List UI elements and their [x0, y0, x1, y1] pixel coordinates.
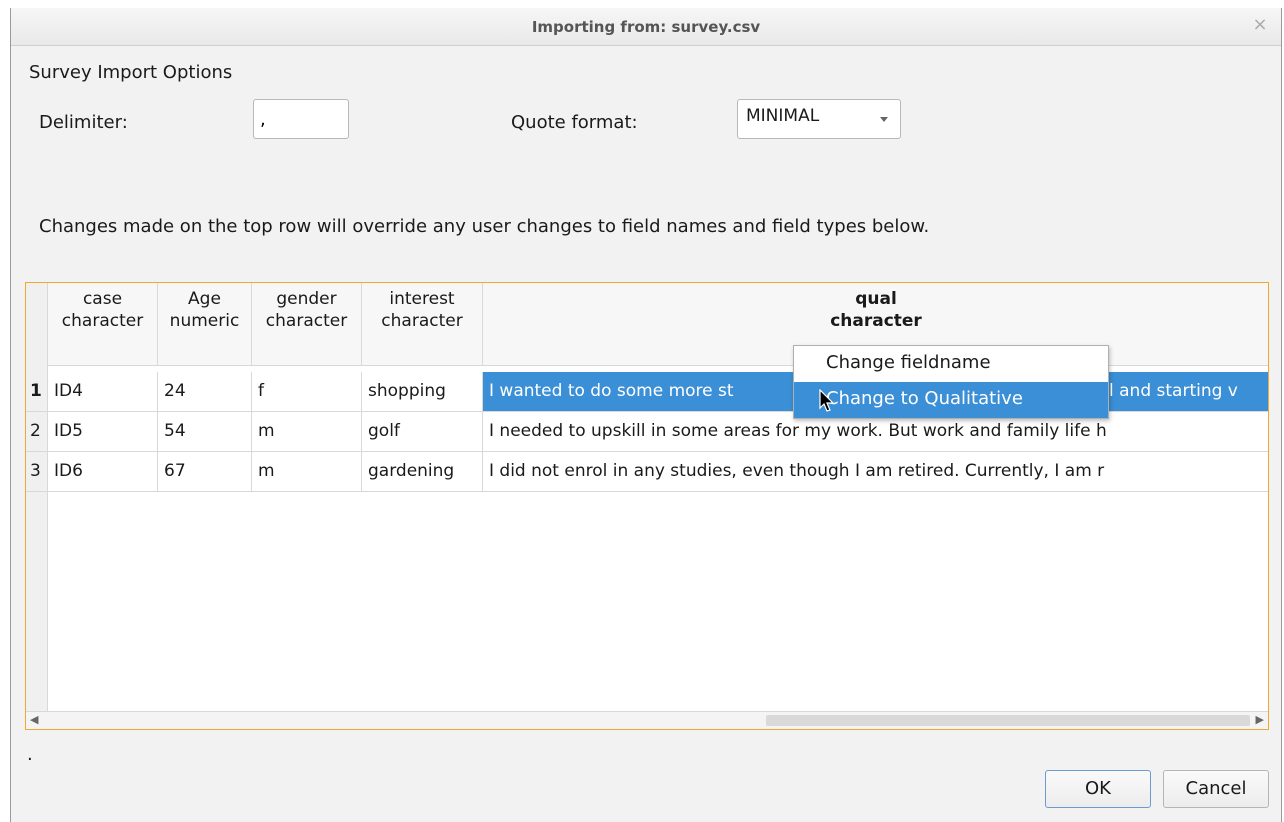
- table-cell[interactable]: ID6: [48, 452, 158, 492]
- menu-item-change-fieldname[interactable]: Change fieldname: [794, 346, 1108, 382]
- table-cell[interactable]: shopping: [362, 372, 483, 412]
- row-number: 2: [26, 412, 48, 452]
- column-header-interest[interactable]: interest character: [362, 283, 483, 366]
- column-name: Age: [188, 289, 221, 309]
- table-cell[interactable]: ID5: [48, 412, 158, 452]
- cancel-button[interactable]: Cancel: [1163, 770, 1269, 808]
- column-header-age[interactable]: Age numeric: [158, 283, 252, 366]
- column-name: interest: [389, 289, 455, 309]
- table-cell[interactable]: m: [252, 412, 362, 452]
- delimiter-input[interactable]: [253, 99, 349, 139]
- status-text: .: [27, 744, 33, 765]
- column-header-case[interactable]: case character: [48, 283, 158, 366]
- row-number: 3: [26, 452, 48, 492]
- table-cell[interactable]: golf: [362, 412, 483, 452]
- menu-item-change-to-qualitative[interactable]: Change to Qualitative: [794, 382, 1108, 418]
- scroll-left-icon[interactable]: ◀: [30, 713, 38, 726]
- scroll-right-icon[interactable]: ▶: [1256, 713, 1264, 726]
- scrollbar-thumb[interactable]: [766, 715, 1250, 726]
- row-header-gutter: [26, 283, 48, 713]
- window-title: Importing from: survey.csv: [531, 18, 761, 36]
- column-type: character: [265, 311, 348, 331]
- chevron-down-icon: [880, 117, 888, 122]
- column-name: case: [82, 289, 123, 309]
- table-cell[interactable]: gardening: [362, 452, 483, 492]
- cell-text-end: l and starting v: [1109, 381, 1238, 401]
- context-menu: Change fieldname Change to Qualitative: [793, 345, 1109, 419]
- cell-text-start: I wanted to do some more st: [489, 381, 734, 401]
- column-name: qual: [855, 289, 897, 309]
- table-cell[interactable]: ID4: [48, 372, 158, 412]
- section-title: Survey Import Options: [29, 62, 233, 83]
- quote-format-select[interactable]: MINIMAL: [737, 99, 901, 139]
- column-type: character: [381, 311, 463, 331]
- title-bar[interactable]: Importing from: survey.csv ×: [11, 8, 1281, 46]
- table-cell[interactable]: m: [252, 452, 362, 492]
- quote-format-label: Quote format:: [511, 112, 638, 133]
- table-cell[interactable]: 24: [158, 372, 252, 412]
- ok-button[interactable]: OK: [1045, 770, 1151, 808]
- table-cell[interactable]: 67: [158, 452, 252, 492]
- row-number: 1: [26, 372, 48, 412]
- close-icon[interactable]: ×: [1249, 14, 1271, 36]
- column-type: character: [61, 311, 144, 331]
- column-header-gender[interactable]: gender character: [252, 283, 362, 366]
- quote-format-value: MINIMAL: [746, 106, 820, 126]
- horizontal-scrollbar[interactable]: ◀ ▶: [26, 711, 1268, 729]
- column-type: numeric: [169, 311, 240, 331]
- override-note: Changes made on the top row will overrid…: [39, 216, 930, 237]
- table-cell[interactable]: I did not enrol in any studies, even tho…: [483, 452, 1268, 492]
- delimiter-label: Delimiter:: [39, 112, 128, 133]
- table-cell[interactable]: 54: [158, 412, 252, 452]
- mouse-pointer-icon: [819, 389, 835, 412]
- column-name: gender: [276, 289, 337, 309]
- import-dialog: Importing from: survey.csv × Survey Impo…: [10, 8, 1282, 822]
- column-type: character: [830, 311, 922, 331]
- table-cell[interactable]: f: [252, 372, 362, 412]
